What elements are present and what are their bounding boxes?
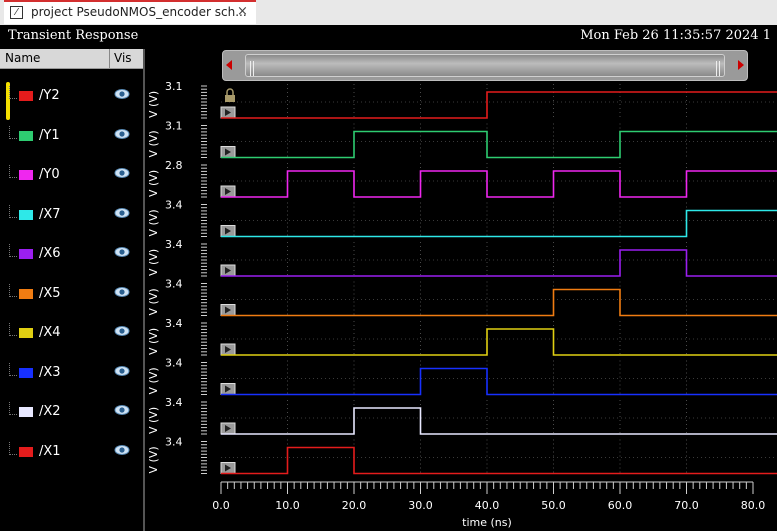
x-tick-label: 30.0 [408, 499, 433, 512]
x-tick-label: 70.0 [674, 499, 699, 512]
y-axis-label: V (V) [147, 367, 160, 394]
y-axis-label: V (V) [147, 170, 160, 197]
waveform-trace[interactable] [221, 170, 753, 198]
waveform-trace[interactable] [221, 91, 753, 119]
x-tick-label: 50.0 [541, 499, 566, 512]
y-max-label: 3.4 [165, 278, 183, 291]
lock-icon-shackle [226, 88, 234, 95]
waveform-trace[interactable] [221, 328, 753, 356]
x-tick-label: 20.0 [342, 499, 367, 512]
y-max-label: 3.1 [165, 120, 183, 133]
x-tick-label: 40.0 [475, 499, 500, 512]
y-axis-label: V (V) [147, 407, 160, 434]
y-max-label: 3.4 [165, 396, 183, 409]
y-max-label: 3.4 [165, 357, 183, 370]
y-axis-label: V (V) [147, 130, 160, 157]
x-tick-label: 80.0 [741, 499, 766, 512]
y-max-label: 3.1 [165, 80, 183, 93]
waveform-plot: V (V) 3.1 V (V) 3.1 V (V) 2.8 V (V) 3.4 V (V) 3.4… [147, 80, 777, 529]
x-tick-label: 60.0 [608, 499, 633, 512]
y-axis-label: V (V) [147, 328, 160, 355]
y-max-label: 3.4 [165, 317, 183, 330]
lock-icon [225, 95, 235, 102]
y-max-label: 3.4 [165, 436, 183, 449]
waveform-trace[interactable] [221, 367, 753, 396]
x-tick-label: 10.0 [275, 499, 300, 512]
y-axis-label: V (V) [147, 91, 160, 118]
y-axis-label: V (V) [147, 288, 160, 315]
y-axis-label: V (V) [147, 209, 160, 236]
waveform-trace[interactable] [221, 130, 753, 159]
y-max-label: 2.8 [165, 159, 183, 172]
y-axis-label: V (V) [147, 249, 160, 276]
y-max-label: 3.4 [165, 238, 183, 251]
y-axis-label: V (V) [147, 446, 160, 473]
x-axis-label: time (ns) [462, 516, 512, 529]
y-max-label: 3.4 [165, 199, 183, 212]
x-tick-label: 0.0 [212, 499, 230, 512]
